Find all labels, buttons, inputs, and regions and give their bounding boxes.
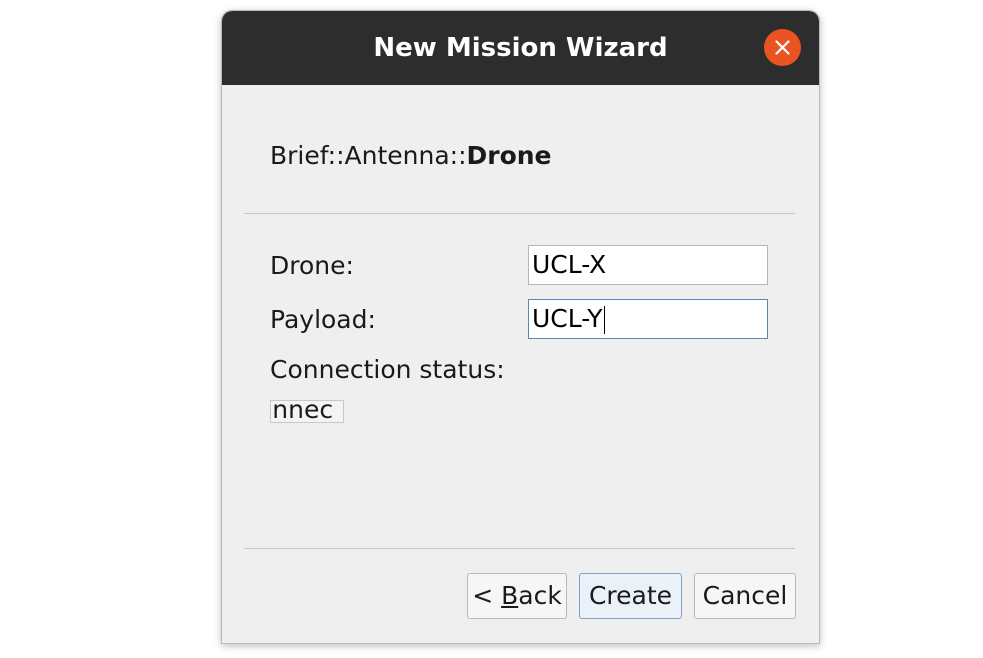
breadcrumb-path: Brief::Antenna:: (270, 141, 467, 170)
payload-input-value: UCL-Y (532, 304, 603, 333)
back-button[interactable]: < Back (467, 573, 567, 619)
drone-label: Drone: (270, 251, 354, 280)
breadcrumb-current: Drone (466, 141, 552, 170)
separator-bottom (244, 548, 795, 549)
breadcrumb: Brief::Antenna::Drone (270, 141, 552, 170)
close-icon (775, 40, 790, 55)
window-title: New Mission Wizard (373, 33, 668, 63)
connection-status-value: onnec (271, 400, 334, 423)
create-button[interactable]: Create (579, 573, 682, 619)
drone-input-value: UCL-X (532, 250, 607, 279)
back-prefix: < (472, 581, 502, 610)
drone-input[interactable]: UCL-X (528, 245, 768, 285)
close-button[interactable] (764, 29, 801, 66)
wizard-dialog: New Mission Wizard Brief::Antenna::Drone… (221, 10, 820, 644)
separator-top (244, 213, 795, 214)
text-cursor (603, 306, 605, 334)
connection-status-field: onnec (270, 400, 344, 423)
cancel-button[interactable]: Cancel (694, 573, 796, 619)
title-bar[interactable]: New Mission Wizard (222, 11, 819, 85)
back-mnemonic: B (501, 581, 519, 610)
payload-label: Payload: (270, 305, 376, 334)
payload-input[interactable]: UCL-Y (528, 299, 768, 339)
connection-status-label: Connection status: (270, 355, 505, 384)
back-rest: ack (518, 581, 562, 610)
